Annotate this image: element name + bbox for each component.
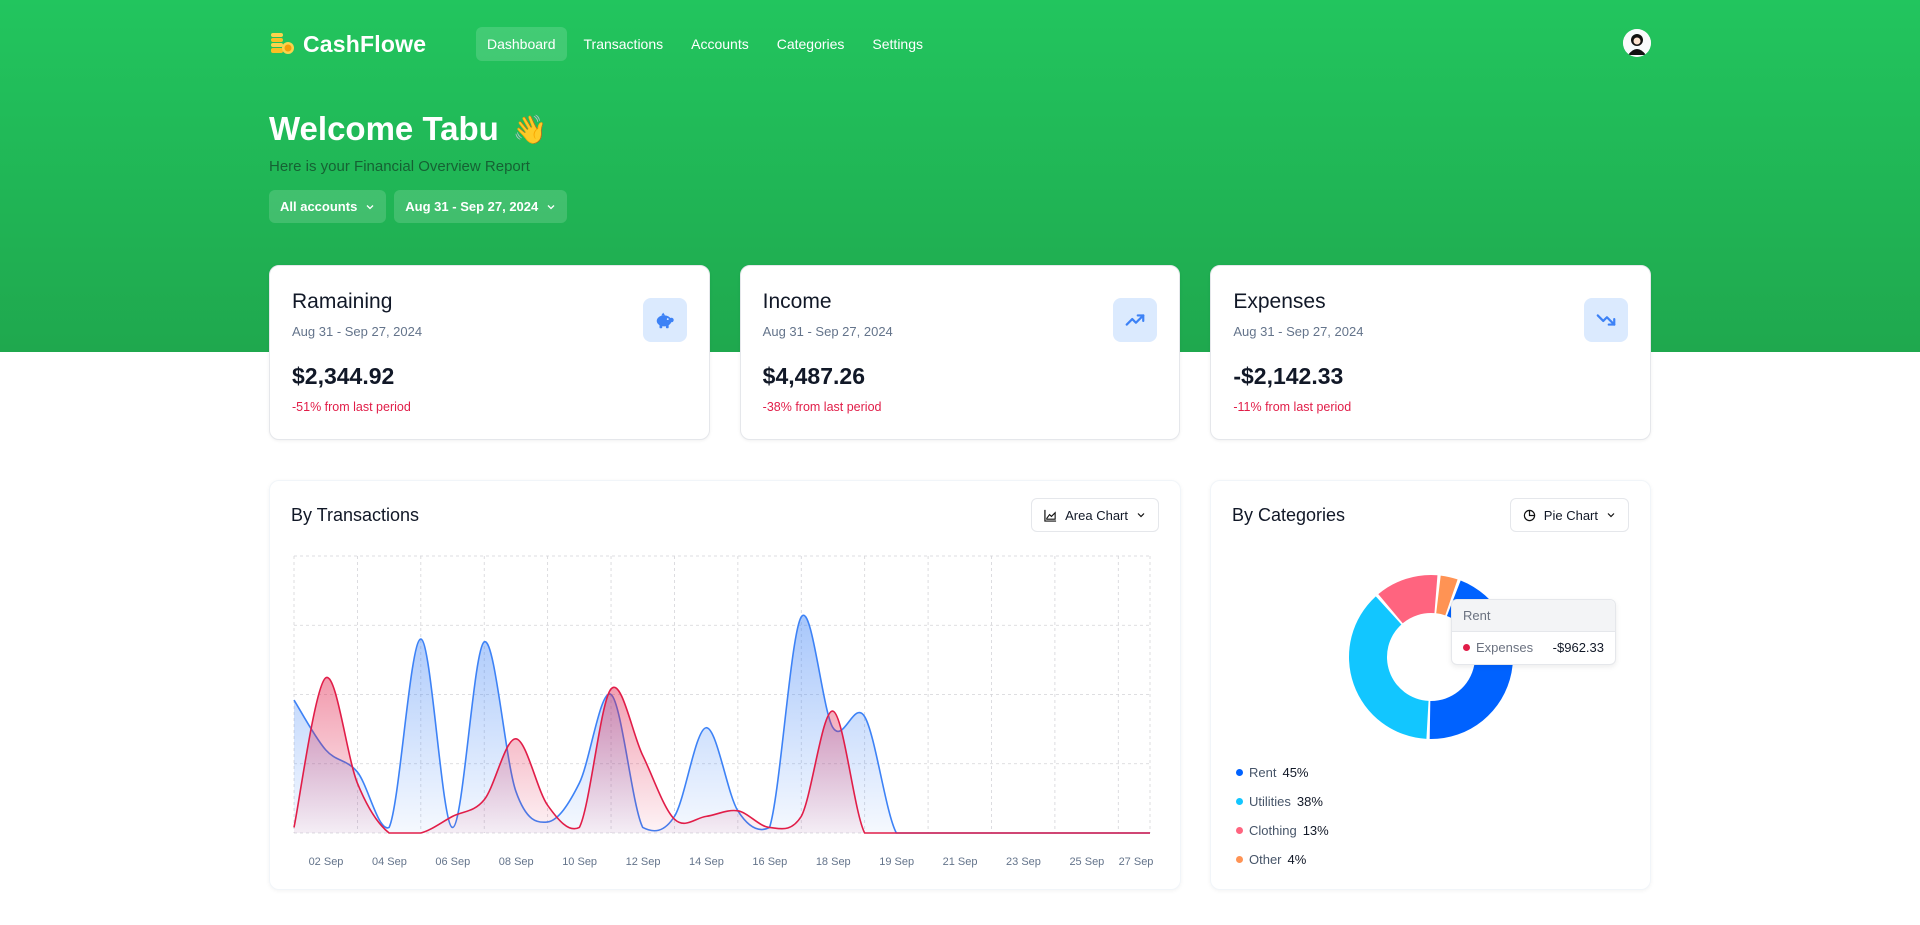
avatar-image [1623, 29, 1651, 57]
main-nav: Dashboard Transactions Accounts Categories S… [476, 27, 934, 61]
top-navigation: CashFlowe Dashboard Transactions Accounts C… [269, 26, 1651, 62]
trending-up-icon [1113, 298, 1158, 342]
tooltip-dot [1463, 644, 1470, 651]
tooltip-series: Expenses [1476, 640, 1534, 655]
nav-item-dashboard[interactable]: Dashboard [476, 27, 567, 61]
pie-chart-type-select[interactable]: Pie Chart [1509, 498, 1629, 532]
card-change: -38% from last period [762, 400, 882, 414]
card-amount: $4,487.26 [762, 363, 865, 389]
nav-item-transactions[interactable]: Transactions [573, 27, 675, 61]
waving-hand-icon: 👋 [512, 113, 548, 145]
card-title: Expenses [1233, 290, 1326, 313]
tooltip-value: -$962.33 [1552, 640, 1604, 655]
income-card: Income Aug 31 - Sep 27, 2024 $4,487.26 -… [739, 265, 1181, 440]
categories-legend: Rent 45% Utilities 38% Clothing 13% Other 4% [1236, 758, 1329, 874]
nav-item-settings[interactable]: Settings [861, 27, 934, 61]
x-axis-tick-label: 18 Sep [816, 856, 851, 868]
legend-dot [1236, 856, 1243, 863]
legend-label: Other [1249, 852, 1282, 867]
account-filter-label: All accounts [280, 199, 358, 214]
remaining-card: Ramaining Aug 31 - Sep 27, 2024 $2,344.9… [269, 265, 710, 440]
chevron-down-icon [1607, 513, 1615, 518]
filter-bar: All accounts Aug 31 - Sep 27, 2024 [269, 190, 1651, 223]
welcome-title: Welcome Tabu [269, 110, 499, 147]
transactions-area-chart: 02 Sep 04 Sep 06 Sep 08 Sep 10 Sep 12 Sep 14 S… [293, 555, 1154, 868]
categories-panel: By Categories Pie Chart Rent Expenses -$… [1210, 480, 1651, 890]
tooltip-title: Rent [1452, 600, 1615, 632]
legend-label: Clothing [1249, 823, 1297, 838]
legend-percent: 4% [1287, 852, 1307, 867]
x-axis-tick-label: 04 Sep [372, 856, 407, 868]
x-axis-tick-label: 19 Sep [879, 856, 914, 868]
date-range-filter-select[interactable]: Aug 31 - Sep 27, 2024 [394, 190, 568, 223]
x-axis-tick-label: 08 Sep [499, 856, 534, 868]
pie-chart-icon [1523, 509, 1536, 521]
x-axis-tick-label: 14 Sep [689, 856, 724, 868]
summary-cards: Ramaining Aug 31 - Sep 27, 2024 $2,344.9… [269, 265, 1652, 440]
piggy-bank-icon [642, 298, 687, 342]
welcome-heading: Welcome Tabu 👋 [269, 110, 1651, 148]
card-date: Aug 31 - Sep 27, 2024 [1233, 324, 1364, 339]
tooltip-row: Expenses -$962.33 [1452, 632, 1615, 663]
card-title: Ramaining [292, 290, 393, 313]
x-axis-tick-label: 12 Sep [626, 856, 661, 868]
legend-dot [1236, 769, 1243, 776]
x-axis-tick-label: 23 Sep [1006, 856, 1041, 868]
card-amount: $2,344.92 [292, 363, 395, 389]
app-name: CashFlowe [303, 30, 427, 57]
card-amount: -$2,142.33 [1233, 363, 1344, 389]
x-axis-tick-label: 06 Sep [435, 856, 470, 868]
legend-item[interactable]: Rent 45% [1236, 758, 1329, 787]
legend-percent: 38% [1296, 794, 1323, 809]
nav-item-categories[interactable]: Categories [766, 27, 856, 61]
x-axis-tick-label: 27 Sep [1119, 856, 1154, 868]
x-axis-tick-label: 10 Sep [562, 856, 597, 868]
chevron-down-icon [547, 204, 555, 209]
card-change: -51% from last period [292, 400, 411, 414]
x-axis-tick-label: 02 Sep [309, 856, 344, 868]
legend-dot [1236, 798, 1243, 805]
x-axis-tick-label: 16 Sep [752, 856, 787, 868]
transactions-panel: By Transactions Area Chart 02 Sep 04 Sep 0… [269, 480, 1181, 890]
account-filter-select[interactable]: All accounts [269, 190, 387, 223]
expenses-card: Expenses Aug 31 - Sep 27, 2024 -$2,142.3… [1210, 265, 1652, 440]
brand-logo[interactable]: CashFlowe [269, 31, 476, 58]
pie-slice-utilities [1349, 596, 1429, 739]
card-date: Aug 31 - Sep 27, 2024 [762, 324, 893, 339]
coins-logo-icon [271, 33, 294, 54]
legend-item[interactable]: Utilities 38% [1236, 787, 1329, 816]
legend-item[interactable]: Other 4% [1236, 845, 1329, 874]
welcome-subtitle: Here is your Financial Overview Report [269, 158, 530, 175]
legend-item[interactable]: Clothing 13% [1236, 816, 1329, 845]
card-date: Aug 31 - Sep 27, 2024 [292, 324, 423, 339]
pie-chart-type-label: Pie Chart [1543, 507, 1598, 523]
legend-percent: 13% [1302, 823, 1329, 838]
card-title: Income [762, 290, 832, 313]
x-axis-tick-label: 21 Sep [943, 856, 978, 868]
chevron-down-icon [366, 204, 374, 209]
legend-label: Utilities [1249, 794, 1291, 809]
user-avatar[interactable] [1623, 29, 1651, 57]
legend-label: Rent [1249, 765, 1277, 780]
income-area [294, 615, 1150, 833]
card-change: -11% from last period [1233, 400, 1352, 414]
welcome-section: Welcome Tabu 👋 Here is your Financial Ov… [269, 110, 1651, 223]
chart-tooltip: Rent Expenses -$962.33 [1451, 599, 1616, 665]
date-range-label: Aug 31 - Sep 27, 2024 [405, 199, 539, 214]
nav-item-accounts[interactable]: Accounts [680, 27, 760, 61]
categories-panel-title: By Categories [1232, 505, 1346, 525]
x-axis-tick-label: 25 Sep [1069, 856, 1104, 868]
legend-dot [1236, 827, 1243, 834]
legend-percent: 45% [1282, 765, 1309, 780]
trending-down-icon [1584, 298, 1629, 342]
